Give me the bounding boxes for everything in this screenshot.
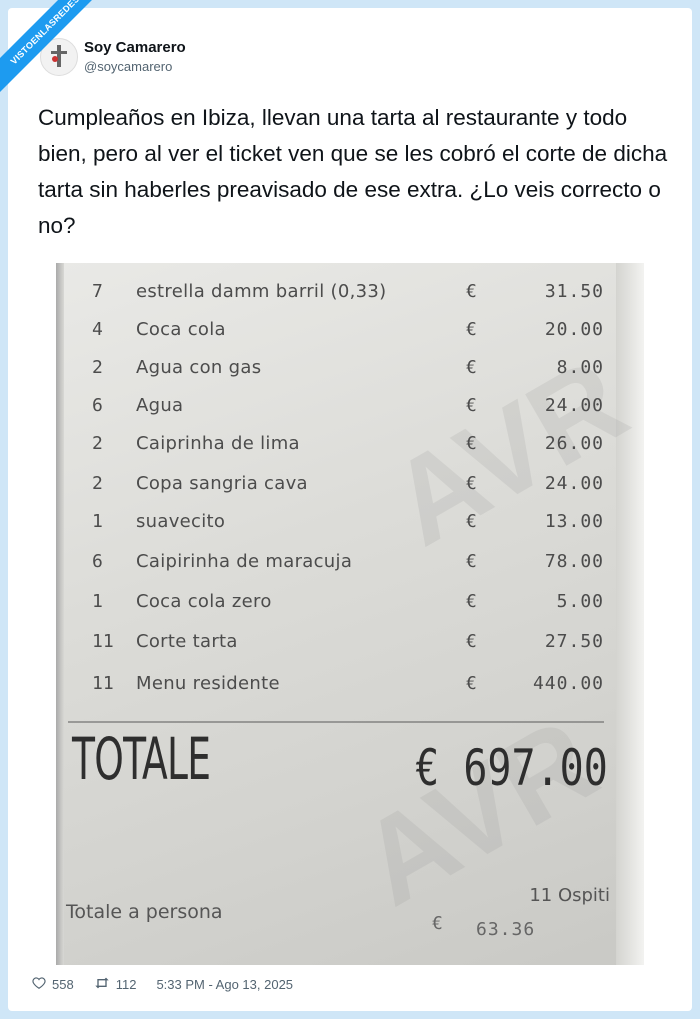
receipt-divider [68,721,604,723]
receipt-row: 6 Agua €24.00 [56,395,644,425]
receipt-row: 2 Agua con gas €8.00 [56,357,644,387]
item-description: Copa sangria cava [136,473,308,494]
item-currency: € [466,473,477,494]
author-handle[interactable]: @soycamarero [84,59,172,74]
item-amount: 24.00 [544,395,604,416]
receipt-photo[interactable]: AVR AVR 7 estrella damm barril (0,33) €31.… [56,263,644,965]
per-person-amount: 63.36 [476,919,536,940]
receipt-row: 2 Caiprinha de lima €26.00 [56,433,644,463]
receipt-row: 2 Copa sangria cava €24.00 [56,473,644,503]
item-description: suavecito [136,511,226,532]
item-quantity: 2 [92,433,103,454]
heart-icon[interactable] [32,976,46,993]
total-value: € 697.00 [415,739,608,797]
item-quantity: 2 [92,473,103,494]
item-currency: € [466,433,477,454]
item-quantity: 1 [92,591,103,612]
item-quantity: 2 [92,357,103,378]
item-currency: € [466,511,477,532]
item-amount: 13.00 [544,511,604,532]
item-quantity: 11 [92,673,114,694]
item-quantity: 1 [92,511,103,532]
receipt-row: 4 Coca cola €20.00 [56,319,644,349]
item-description: Agua [136,395,184,416]
item-description: estrella damm barril (0,33) [136,281,387,302]
total-label: TOTALE [72,725,211,793]
item-amount: 440.00 [532,673,604,694]
tweet-footer: 558 112 5:33 PM - Ago 13, 2025 [32,976,293,993]
item-currency: € [466,319,477,340]
item-amount: 5.00 [556,591,604,612]
receipt-row: 1 suavecito €13.00 [56,511,644,541]
receipt-row: 11 Menu residente €440.00 [56,673,644,703]
item-description: Coca cola zero [136,591,272,612]
item-amount: 8.00 [556,357,604,378]
item-description: Corte tarta [136,631,238,652]
item-quantity: 6 [92,551,103,572]
item-amount: 26.00 [544,433,604,454]
item-currency: € [466,357,477,378]
retweet-count: 112 [115,977,137,992]
item-currency: € [466,281,477,302]
item-currency: € [466,591,477,612]
item-currency: € [466,551,477,572]
item-amount: 78.00 [544,551,604,572]
item-description: Menu residente [136,673,280,694]
item-amount: 27.50 [544,631,604,652]
item-quantity: 4 [92,319,103,340]
item-amount: 24.00 [544,473,604,494]
item-currency: € [466,673,477,694]
receipt-row: 7 estrella damm barril (0,33) €31.50 [56,281,644,311]
item-currency: € [466,631,477,652]
item-description: Caiprinha de lima [136,433,300,454]
guests-count: 11 Ospiti [529,885,610,906]
timestamp[interactable]: 5:33 PM - Ago 13, 2025 [156,977,293,992]
item-description: Coca cola [136,319,226,340]
item-quantity: 6 [92,395,103,416]
item-quantity: 7 [92,281,103,302]
like-count: 558 [52,977,74,992]
item-description: Caipirinha de maracuja [136,551,353,572]
item-quantity: 11 [92,631,114,652]
retweet-icon[interactable] [94,976,110,993]
per-person-label: Totale a persona [66,901,223,923]
receipt-row: 11 Corte tarta €27.50 [56,631,644,661]
receipt-row: 6 Caipirinha de maracuja €78.00 [56,551,644,581]
receipt-row: 1 Coca cola zero €5.00 [56,591,644,621]
author-name[interactable]: Soy Camarero [84,39,186,56]
item-description: Agua con gas [136,357,262,378]
item-currency: € [466,395,477,416]
item-amount: 20.00 [544,319,604,340]
tweet-text: Cumpleaños en Ibiza, llevan una tarta al… [38,105,668,238]
per-person-currency: € [432,913,443,934]
item-amount: 31.50 [544,281,604,302]
